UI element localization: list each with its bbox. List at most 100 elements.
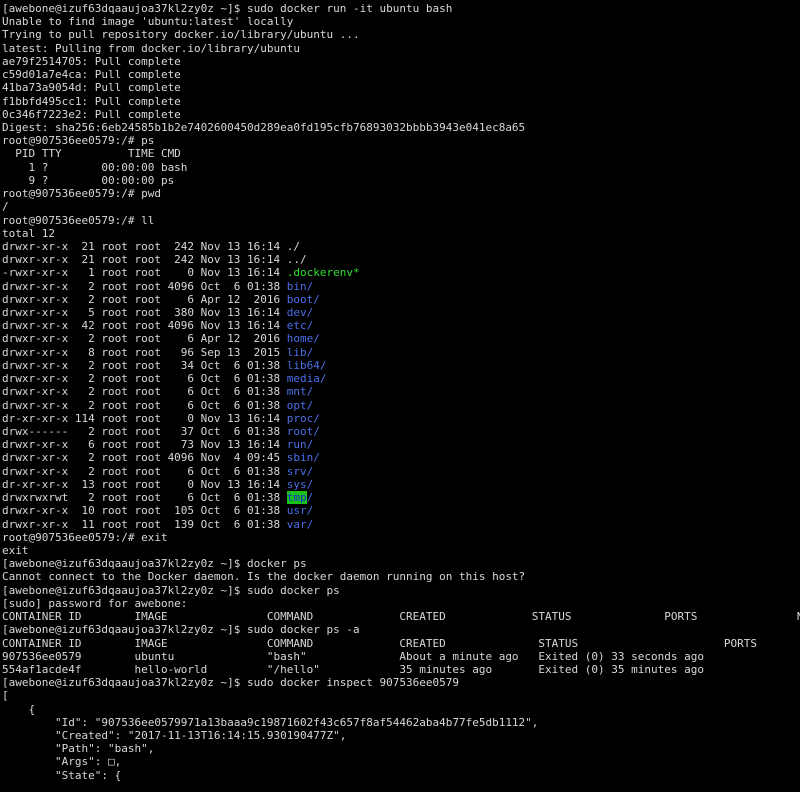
terminal-text-default: drwxrwxrwt 2 root root 6 Oct 6 01:38 [2,491,287,505]
terminal-text-default: { [2,702,36,716]
terminal-text-default: Trying to pull repository docker.io/libr… [2,28,360,42]
terminal-line: drwxr-xr-x 2 root root 6 Oct 6 01:38 med… [2,372,800,385]
terminal-text-default: drwxr-xr-x 42 root root 4096 Nov 13 16:1… [2,319,287,333]
terminal-text-dir: proc/ [286,411,320,425]
terminal-text-default: [awebone@izuf63dqaaujoa37kl2zy0z ~]$ sud… [2,623,360,637]
terminal-line: Trying to pull repository docker.io/libr… [2,28,800,41]
terminal-text-default: drwxr-xr-x 2 root root 6 Oct 6 01:38 [2,464,287,478]
terminal-text-default: Cannot connect to the Docker daemon. Is … [2,570,526,584]
terminal-text-default: Digest: sha256:6eb24585b1b2e7402600450d2… [2,120,526,134]
terminal-line: Cannot connect to the Docker daemon. Is … [2,570,800,583]
terminal-text-default: latest: Pulling from docker.io/library/u… [2,41,301,55]
terminal-line: "Id": "907536ee0579971a13baaa9c19871602f… [2,716,800,729]
terminal-text-default: [awebone@izuf63dqaaujoa37kl2zy0z ~]$ sud… [2,583,340,597]
terminal-text-default: drwxr-xr-x 11 root root 139 Oct 6 01:38 [2,517,287,531]
terminal-text-dir: mnt/ [286,385,314,399]
terminal-text-default: drwxr-xr-x 2 root root 6 Oct 6 01:38 [2,398,287,412]
terminal-text-dir: opt/ [286,398,314,412]
terminal-line: drwxr-xr-x 2 root root 34 Oct 6 01:38 li… [2,359,800,372]
terminal-line: root@907536ee0579:/# ll [2,214,800,227]
terminal-line: ae79f2514705: Pull complete [2,55,800,68]
terminal-text-default: PID TTY TIME CMD [2,147,181,161]
terminal-text-default: 9 ? 00:00:00 ps [2,173,175,187]
terminal-text-default: drwxr-xr-x 2 root root 6 Oct 6 01:38 [2,372,287,386]
terminal-text-dir: lib64/ [286,358,327,372]
terminal-text-default: [awebone@izuf63dqaaujoa37kl2zy0z ~]$ doc… [2,557,307,571]
terminal-text-default: root@907536ee0579:/# ps [2,134,155,148]
terminal-text-default: "Created": "2017-11-13T16:14:15.93019047… [2,729,347,743]
terminal-text-default: "Path": "bash", [2,742,155,756]
terminal-line: drwxr-xr-x 10 root root 105 Oct 6 01:38 … [2,504,800,517]
terminal-text-dir: lib/ [286,345,314,359]
terminal-text-sticky: tmp [286,491,307,505]
terminal-line: dr-xr-xr-x 114 root root 0 Nov 13 16:14 … [2,412,800,425]
terminal-text-dir: boot/ [286,292,320,306]
terminal-text-default: drwxr-xr-x 2 root root 6 Apr 12 2016 [2,292,287,306]
terminal-text-default: drwxr-xr-x 2 root root 6 Oct 6 01:38 [2,385,287,399]
terminal-line: latest: Pulling from docker.io/library/u… [2,42,800,55]
terminal-line: drwxr-xr-x 11 root root 139 Oct 6 01:38 … [2,518,800,531]
terminal-text-default: ae79f2514705: Pull complete [2,54,181,68]
terminal-line: 554af1acde4f hello-world "/hello" 35 min… [2,663,800,676]
terminal-text-default: drwxr-xr-x 6 root root 73 Nov 13 16:14 [2,438,287,452]
terminal-line: drwxr-xr-x 21 root root 242 Nov 13 16:14… [2,253,800,266]
terminal-line: drwxr-xr-x 2 root root 6 Apr 12 2016 hom… [2,332,800,345]
terminal-line: -rwxr-xr-x 1 root root 0 Nov 13 16:14 .d… [2,266,800,279]
terminal-line: [awebone@izuf63dqaaujoa37kl2zy0z ~]$ sud… [2,2,800,15]
terminal-line: drwx------ 2 root root 37 Oct 6 01:38 ro… [2,425,800,438]
terminal-text-default: [awebone@izuf63dqaaujoa37kl2zy0z ~]$ sud… [2,676,459,690]
terminal-text-dir: / [306,491,314,505]
terminal-text-default: 554af1acde4f hello-world "/hello" 35 min… [2,662,704,676]
terminal-text-default: / [2,200,9,214]
terminal-text-default: Unable to find image 'ubuntu:latest' loc… [2,15,294,29]
terminal-text-default: drwxr-xr-x 21 root root 242 Nov 13 16:14… [2,253,307,267]
terminal-line: 41ba73a9054d: Pull complete [2,81,800,94]
terminal-line: 0c346f7223e2: Pull complete [2,108,800,121]
terminal-line: 1 ? 00:00:00 bash [2,161,800,174]
terminal-text-default: drwxr-xr-x 2 root root 4096 Nov 4 09:45 [2,451,287,465]
terminal-text-default: root@907536ee0579:/# pwd [2,187,161,201]
terminal-line: total 12 [2,227,800,240]
terminal-text-default: total 12 [2,226,55,240]
terminal-text-dir: home/ [286,332,320,346]
terminal-text-exec: .dockerenv* [286,266,360,280]
terminal-text-dir: usr/ [286,504,314,518]
terminal-text-default: drwx------ 2 root root 37 Oct 6 01:38 [2,425,287,438]
terminal-text-dir: etc/ [286,319,314,333]
terminal-text-default: "State": { [2,768,122,782]
terminal-line: [sudo] password for awebone: [2,597,800,610]
terminal-text-default: drwxr-xr-x 2 root root 4096 Oct 6 01:38 [2,279,287,293]
terminal-line: c59d01a7e4ca: Pull complete [2,68,800,81]
terminal-line: [awebone@izuf63dqaaujoa37kl2zy0z ~]$ sud… [2,676,800,689]
terminal-line: CONTAINER ID IMAGE COMMAND CREATED STATU… [2,637,800,650]
terminal-text-default: "Args": □, [2,755,122,769]
terminal-text-default: drwxr-xr-x 2 root root 6 Apr 12 2016 [2,332,287,346]
terminal-line: drwxr-xr-x 42 root root 4096 Nov 13 16:1… [2,319,800,332]
terminal-line: f1bbfd495cc1: Pull complete [2,95,800,108]
terminal-line: root@907536ee0579:/# exit [2,531,800,544]
terminal-text-dir: sys/ [286,477,314,491]
terminal-line: 907536ee0579 ubuntu "bash" About a minut… [2,650,800,663]
terminal-text-default: 0c346f7223e2: Pull complete [2,107,181,121]
terminal-text-default: dr-xr-xr-x 13 root root 0 Nov 13 16:14 [2,477,287,491]
terminal-line: drwxr-xr-x 2 root root 4096 Nov 4 09:45 … [2,451,800,464]
terminal-line: CONTAINER ID IMAGE COMMAND CREATED STATU… [2,610,800,623]
terminal-line: [awebone@izuf63dqaaujoa37kl2zy0z ~]$ sud… [2,584,800,597]
terminal-line: Digest: sha256:6eb24585b1b2e7402600450d2… [2,121,800,134]
terminal-text-default: c59d01a7e4ca: Pull complete [2,68,181,82]
terminal-line: [ [2,689,800,702]
terminal-text-default: root@907536ee0579:/# exit [2,530,168,544]
terminal-line: / [2,200,800,213]
terminal-text-dir: run/ [286,438,314,452]
terminal-text-dir: sbin/ [286,451,320,465]
terminal-line: Unable to find image 'ubuntu:latest' loc… [2,15,800,28]
terminal-line: drwxr-xr-x 21 root root 242 Nov 13 16:14… [2,240,800,253]
terminal-text-default: drwxr-xr-x 2 root root 34 Oct 6 01:38 [2,358,287,372]
terminal-text-dir: dev/ [286,306,314,320]
terminal-output[interactable]: [awebone@izuf63dqaaujoa37kl2zy0z ~]$ sud… [0,0,800,792]
terminal-line: "State": { [2,769,800,782]
terminal-line: drwxr-xr-x 2 root root 4096 Oct 6 01:38 … [2,280,800,293]
terminal-text-dir: media/ [286,372,327,386]
terminal-line: [awebone@izuf63dqaaujoa37kl2zy0z ~]$ sud… [2,623,800,636]
terminal-line: drwxr-xr-x 2 root root 6 Oct 6 01:38 srv… [2,465,800,478]
